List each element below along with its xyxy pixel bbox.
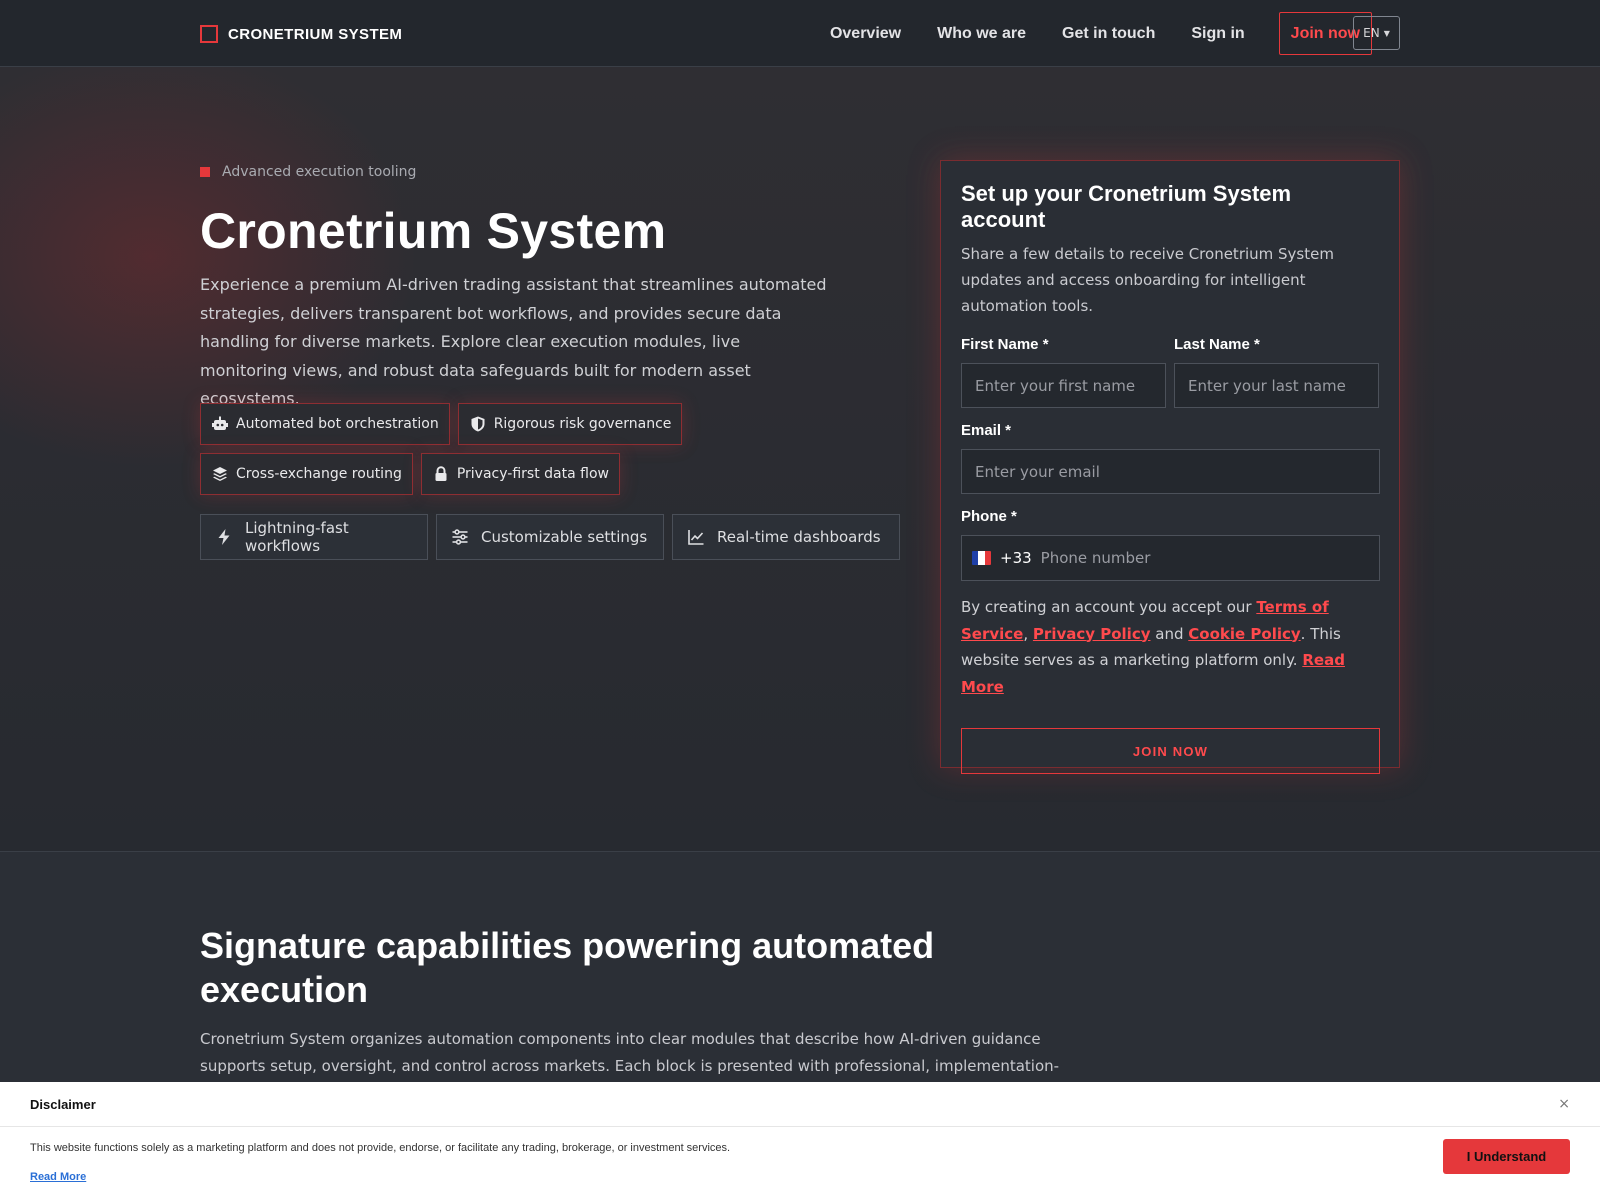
tag-label: Cross-exchange routing [236, 466, 402, 482]
last-name-label: Last Name * [1174, 336, 1260, 353]
tag-automated-bot-orchestration: Automated bot orchestration [200, 403, 450, 445]
form-subtitle: Share a few details to receive Cronetriu… [961, 245, 1334, 315]
feature-lightning-fast-workflows: Lightning-fast workflows [200, 514, 428, 560]
dial-code: +33 [1000, 549, 1032, 567]
feature-real-time-dashboards: Real-time dashboards [672, 514, 900, 560]
shield-icon [469, 415, 487, 433]
email-group: Email * [961, 422, 1380, 494]
cookie-policy-link[interactable]: Cookie Policy [1188, 625, 1300, 643]
france-flag-icon[interactable] [972, 551, 991, 565]
layers-icon [211, 465, 229, 483]
chart-line-icon [687, 528, 705, 546]
bolt-icon [215, 528, 233, 546]
robot-icon [211, 415, 229, 433]
close-icon[interactable]: × [1558, 1096, 1570, 1112]
phone-field: +33 [961, 535, 1380, 581]
eyebrow-text: Advanced execution tooling [222, 164, 417, 180]
first-name-group: First Name * [961, 336, 1166, 408]
sliders-icon [451, 528, 469, 546]
top-navigation-bar: CRONETRIUM SYSTEM Overview Who we are Ge… [0, 0, 1600, 67]
hero-title: Cronetrium System [200, 203, 667, 259]
join-now-submit-button[interactable]: JOIN NOW [961, 728, 1380, 774]
tag-label: Rigorous risk governance [493, 416, 672, 432]
hero-eyebrow: Advanced execution tooling [200, 164, 416, 180]
brand-logo[interactable]: CRONETRIUM SYSTEM [200, 24, 402, 44]
square-bullet-icon [200, 167, 210, 177]
disclaimer-title: Disclaimer [30, 1096, 96, 1112]
disclaimer-banner: Disclaimer × This website functions sole… [0, 1082, 1600, 1200]
phone-group: Phone * +33 [961, 508, 1380, 581]
hero-tags: Automated bot orchestration Rigorous ris… [200, 403, 890, 495]
tag-privacy-first-data-flow: Privacy-first data flow [420, 453, 620, 495]
first-name-input[interactable] [961, 363, 1166, 408]
caret-down-icon: ▼ [1383, 28, 1390, 38]
tag-label: Automated bot orchestration [236, 416, 439, 432]
main-nav: Overview Who we are Get in touch Sign in… [830, 12, 1372, 55]
signup-form: Set up your Cronetrium System account Sh… [940, 160, 1400, 774]
email-label: Email * [961, 422, 1012, 439]
terms-comma: , [1023, 624, 1029, 643]
terms-and: and [1150, 624, 1189, 643]
tag-rigorous-risk-governance: Rigorous risk governance [457, 403, 683, 445]
nav-get-in-touch[interactable]: Get in touch [1062, 25, 1155, 43]
terms-prefix: By creating an account you accept our [961, 598, 1257, 616]
disclaimer-read-more-link[interactable]: Read More [30, 1171, 86, 1183]
email-input[interactable] [961, 449, 1380, 494]
phone-input[interactable] [1040, 538, 1369, 578]
logo-square-icon [200, 25, 218, 43]
disclaimer-text: This website functions solely as a marke… [30, 1142, 731, 1154]
feature-customizable-settings: Customizable settings [436, 514, 664, 560]
feature-label: Lightning-fast workflows [245, 519, 349, 555]
i-understand-button[interactable]: I Understand [1443, 1139, 1570, 1174]
hero-description: Experience a premium AI-driven trading a… [200, 275, 827, 408]
feature-label: Real-time dashboards [717, 528, 881, 546]
phone-label: Phone * [961, 508, 1017, 525]
tag-label: Privacy-first data flow [456, 466, 609, 482]
name-row: First Name * Last Name * [961, 336, 1379, 408]
nav-sign-in[interactable]: Sign in [1191, 25, 1244, 43]
privacy-policy-link[interactable]: Privacy Policy [1033, 625, 1151, 643]
capabilities-title: Signature capabilities powering automate… [200, 925, 935, 1010]
language-code: EN [1363, 26, 1380, 40]
form-title: Set up your Cronetrium System account [961, 181, 1292, 232]
tag-cross-exchange-routing: Cross-exchange routing [200, 453, 413, 495]
lock-icon [432, 465, 450, 483]
last-name-input[interactable] [1174, 363, 1379, 408]
hero-section: Advanced execution tooling Cronetrium Sy… [0, 67, 1600, 852]
brand-name: CRONETRIUM SYSTEM [228, 25, 403, 43]
hero-features: Lightning-fast workflows Customizable se… [200, 514, 900, 560]
nav-who-we-are[interactable]: Who we are [937, 25, 1026, 43]
first-name-label: First Name * [961, 336, 1049, 353]
feature-label: Customizable settings [481, 528, 648, 546]
last-name-group: Last Name * [1174, 336, 1379, 408]
disclaimer-header: Disclaimer × [0, 1082, 1600, 1127]
terms-text: By creating an account you accept our Te… [961, 594, 1381, 700]
language-selector[interactable]: EN ▼ [1353, 16, 1400, 50]
nav-overview[interactable]: Overview [830, 25, 901, 43]
